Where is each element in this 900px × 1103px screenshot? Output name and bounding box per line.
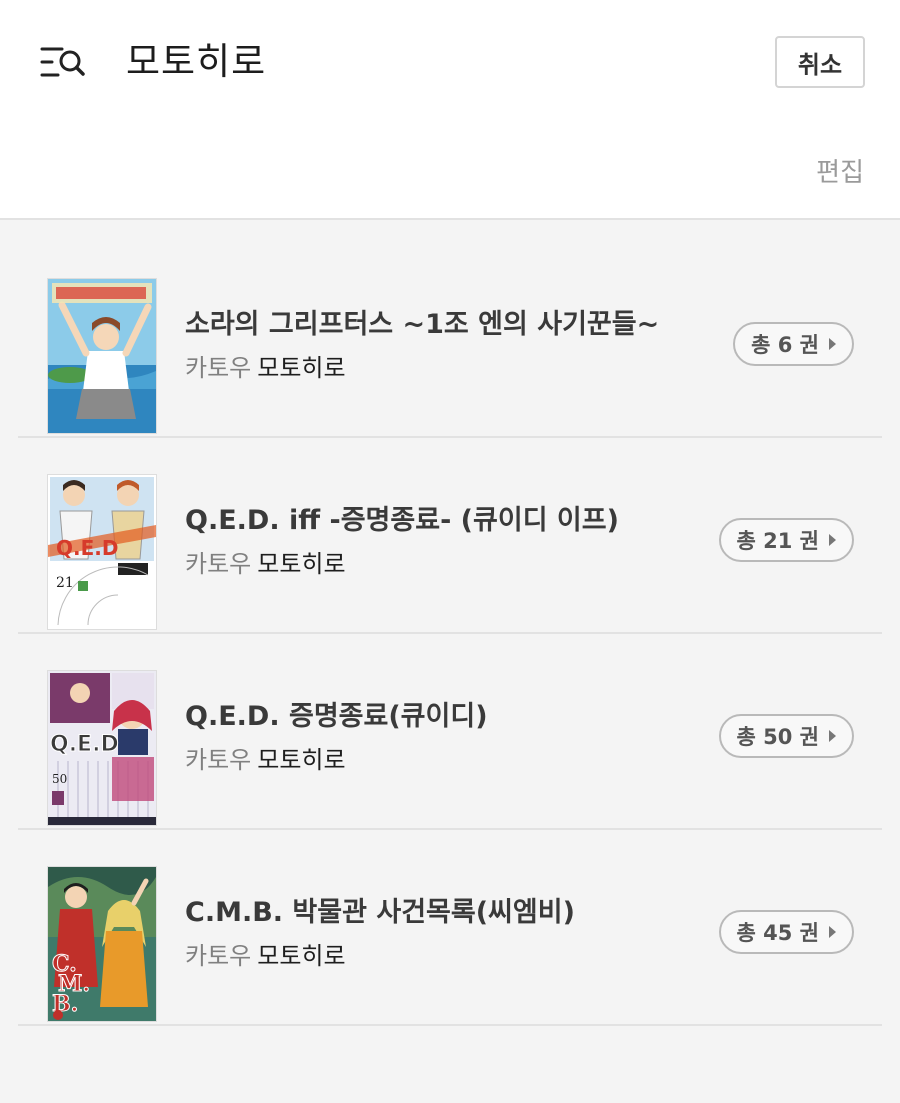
author-role: 카토우	[185, 354, 252, 382]
edit-button[interactable]: 편집	[816, 152, 864, 189]
book-title: C.M.B. 박물관 사건목록(씨엠비)	[185, 897, 575, 928]
author-name: 모토히로	[257, 942, 346, 970]
manga-cover-qed-iff[interactable]: Q.E.D 21	[48, 475, 156, 629]
author-name: 모토히로	[257, 746, 346, 774]
volume-count-label: 총 21 권	[736, 529, 820, 553]
search-results-list: 소라의 그리프터스 ~1조 엔의 사기꾼들~ 카토우 모토히로 총 6 권 Q.E…	[0, 244, 900, 1026]
result-row[interactable]: Q.E.D 21 Q.E.D. iff -증명종료- (큐이디 이프) 카토우 모…	[18, 440, 882, 634]
search-header: 모토히로 취소 편집	[0, 0, 900, 220]
chevron-right-icon	[829, 730, 836, 742]
book-title: 소라의 그리프터스 ~1조 엔의 사기꾼들~	[185, 309, 660, 340]
chevron-right-icon	[829, 338, 836, 350]
author-role: 카토우	[185, 550, 252, 578]
author-line: 카토우 모토히로	[185, 740, 346, 775]
author-line: 카토우 모토히로	[185, 936, 346, 971]
volume-count-badge[interactable]: 총 21 권	[718, 518, 854, 562]
cancel-button[interactable]: 취소	[775, 36, 865, 88]
chevron-right-icon	[829, 926, 836, 938]
search-query-text[interactable]: 모토히로	[126, 38, 266, 86]
volume-count-label: 총 50 권	[736, 725, 820, 749]
svg-text:50: 50	[52, 772, 67, 786]
svg-text:Q.E.D: Q.E.D	[56, 536, 118, 560]
svg-text:Q.E.D: Q.E.D	[50, 732, 119, 757]
manga-cover-sora[interactable]	[48, 279, 156, 433]
author-line: 카토우 모토히로	[185, 544, 346, 579]
author-role: 카토우	[185, 942, 252, 970]
author-line: 카토우 모토히로	[185, 348, 346, 383]
volume-count-label: 총 45 권	[736, 921, 820, 945]
manga-cover-cmb[interactable]: C. M. B.	[48, 867, 156, 1021]
result-row[interactable]: Q.E.D 50 Q.E.D. 증명종료(큐이디) 카토우 모토히로 총 50 권	[18, 636, 882, 830]
result-row[interactable]: C. M. B. C.M.B. 박물관 사건목록(씨엠비) 카토우 모토히로 총 …	[18, 832, 882, 1026]
search-list-icon[interactable]	[40, 44, 86, 80]
chevron-right-icon	[829, 534, 836, 546]
author-name: 모토히로	[257, 550, 346, 578]
volume-count-badge[interactable]: 총 6 권	[733, 322, 854, 366]
volume-count-badge[interactable]: 총 45 권	[718, 910, 854, 954]
volume-count-badge[interactable]: 총 50 권	[718, 714, 854, 758]
author-name: 모토히로	[257, 354, 346, 382]
manga-cover-qed[interactable]: Q.E.D 50	[48, 671, 156, 825]
author-role: 카토우	[185, 746, 252, 774]
result-row[interactable]: 소라의 그리프터스 ~1조 엔의 사기꾼들~ 카토우 모토히로 총 6 권	[18, 244, 882, 438]
volume-count-label: 총 6 권	[751, 333, 819, 357]
book-title: Q.E.D. 증명종료(큐이디)	[185, 701, 488, 732]
book-title: Q.E.D. iff -증명종료- (큐이디 이프)	[185, 505, 619, 536]
